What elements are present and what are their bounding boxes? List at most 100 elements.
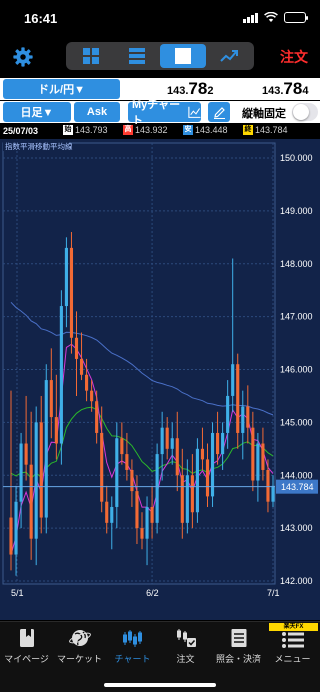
- high-value: 143.932: [135, 125, 168, 135]
- candle-body: [95, 401, 99, 433]
- nav-label: メニュー: [274, 654, 311, 664]
- ask-price: 143. 78 4: [262, 78, 308, 100]
- candle-body: [155, 454, 159, 523]
- candle-body: [271, 485, 275, 502]
- high-tag: 高: [123, 125, 133, 135]
- nav-order[interactable]: 注文: [159, 622, 212, 668]
- candle-body: [14, 501, 18, 555]
- globe-icon: [68, 630, 91, 646]
- cellular-signal-icon: [243, 12, 258, 23]
- candle-body: [74, 337, 79, 359]
- nav-label: マイページ: [4, 654, 49, 664]
- toggle-knob: [293, 104, 309, 120]
- top-toolbar: 注文: [0, 40, 320, 74]
- split-layout-icon: [129, 48, 145, 64]
- price-side-button[interactable]: Ask: [74, 102, 120, 122]
- candle-body: [125, 454, 129, 470]
- candle-body: [221, 432, 225, 455]
- ema-mid-line: [10, 406, 274, 480]
- candle-body: [49, 380, 53, 418]
- nav-chart[interactable]: チャート: [106, 622, 159, 668]
- ask-price-main: 143.: [262, 85, 284, 97]
- ohlc-high: 高 143.932: [123, 125, 168, 135]
- candle-body: [54, 417, 58, 444]
- candle-body: [69, 247, 74, 338]
- close-value: 143.784: [255, 125, 288, 135]
- status-bar: 16:41: [0, 0, 320, 38]
- nav-market[interactable]: マーケット: [53, 622, 106, 668]
- candle-body: [105, 501, 109, 523]
- layout-segmented-control: [66, 42, 254, 70]
- bottom-navigation: マイページ マーケット チャート 注文 照会・決済 メニュー 楽天FX: [0, 621, 320, 692]
- ask-price-big: 78: [283, 79, 303, 98]
- nav-label: 注文: [176, 654, 195, 664]
- candle-body: [44, 380, 48, 518]
- ohlc-close: 終 143.784: [243, 125, 288, 135]
- layout-split-button[interactable]: [114, 44, 160, 68]
- candle-body: [251, 427, 255, 481]
- candle-body: [226, 395, 230, 433]
- candle-body: [170, 438, 174, 449]
- indicator-label: 指数平滑移動平均線: [5, 141, 73, 151]
- fix-axis-label: 縦軸固定: [242, 108, 286, 120]
- close-tag: 終: [243, 125, 253, 135]
- current-price-label: 143.784: [281, 482, 314, 492]
- trend-view-button[interactable]: [206, 44, 252, 68]
- candlestick-icon: [122, 630, 142, 647]
- candle-body: [266, 469, 270, 502]
- nav-label: 照会・決済: [215, 654, 261, 664]
- gear-icon[interactable]: [12, 46, 34, 68]
- single-layout-icon: [175, 48, 191, 64]
- y-tick-label: 150.000: [280, 153, 313, 163]
- status-time: 16:41: [24, 11, 58, 26]
- order-button[interactable]: 注文: [280, 47, 308, 67]
- candle-body: [256, 443, 260, 481]
- order-icon: [176, 629, 196, 647]
- mychart-button[interactable]: Myチャート: [128, 99, 201, 127]
- open-tag: 始: [63, 125, 73, 135]
- candle-body: [85, 374, 89, 391]
- low-value: 143.448: [195, 125, 228, 135]
- nav-label: マーケット: [56, 654, 102, 664]
- open-value: 143.793: [75, 125, 108, 135]
- candle-body: [100, 432, 104, 502]
- nav-mypage[interactable]: マイページ: [0, 622, 53, 668]
- price-chart[interactable]: 150.000 149.000 148.000 147.000 146.000 145.0…: [0, 139, 320, 620]
- fix-axis-toggle[interactable]: [292, 103, 318, 121]
- y-tick-label: 145.000: [280, 417, 313, 427]
- ohlc-bar: 25/07/03 始 143.793 高 143.932 安 143.448 終…: [0, 124, 320, 138]
- battery-icon: [284, 12, 308, 23]
- candle-body: [150, 506, 154, 523]
- y-tick-label: 149.000: [280, 206, 313, 216]
- candle-body: [165, 427, 169, 449]
- candlestick-chart[interactable]: 150.000 149.000 148.000 147.000 146.000 145.0…: [0, 139, 320, 620]
- timeframe-selector[interactable]: 日足▼: [3, 102, 71, 122]
- low-tag: 安: [183, 125, 193, 135]
- candle-body: [120, 438, 124, 455]
- layout-grid-button[interactable]: [68, 44, 114, 68]
- candle-body: [190, 475, 194, 513]
- grid-layout-icon: [83, 48, 99, 64]
- layout-single-button[interactable]: [160, 44, 206, 68]
- candle-body: [29, 464, 33, 539]
- ohlc-open: 始 143.793: [63, 125, 108, 135]
- pencil-icon: [213, 106, 225, 119]
- x-tick-label: 7/1: [267, 588, 280, 598]
- candle-body: [145, 506, 149, 539]
- line-chart-icon: [188, 106, 201, 118]
- candle-body: [140, 528, 144, 539]
- nav-inquiry-settlement[interactable]: 照会・決済: [212, 622, 265, 668]
- trend-icon: [220, 50, 238, 62]
- home-indicator[interactable]: [104, 683, 216, 687]
- candle-body: [59, 306, 63, 444]
- candle-body: [130, 469, 134, 492]
- candle-body: [231, 364, 235, 396]
- bid-price-big: 78: [188, 79, 208, 98]
- y-tick-label: 142.000: [280, 576, 313, 586]
- status-icons: [243, 12, 308, 23]
- draw-tool-button[interactable]: [208, 102, 230, 122]
- brand-badge: 楽天FX: [269, 623, 318, 631]
- candle-body: [205, 459, 210, 497]
- y-tick-label: 147.000: [280, 312, 313, 322]
- currency-pair-selector[interactable]: ドル/円▼: [3, 79, 120, 99]
